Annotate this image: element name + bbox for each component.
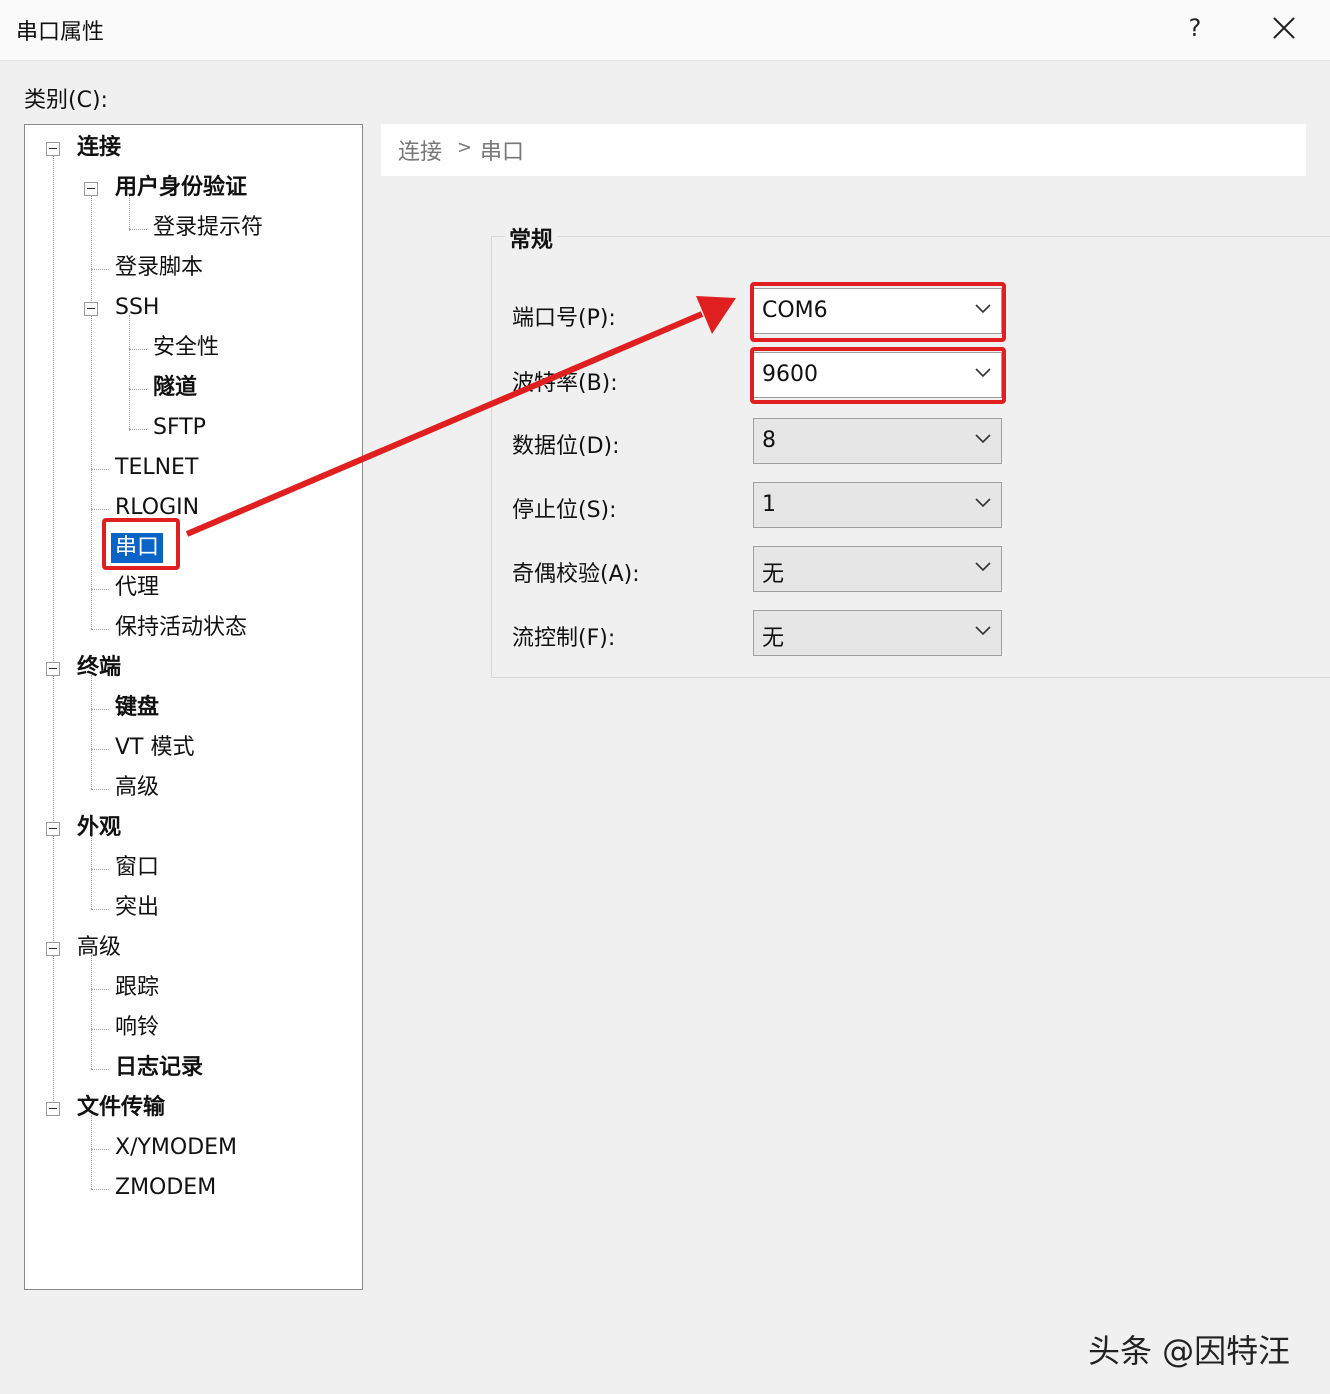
tree-line [91,955,92,1069]
tree-item-appearance[interactable]: 外观 [77,813,121,843]
tree-line [91,989,109,990]
parity-value: 无 [762,562,785,587]
tree-item-keep-alive[interactable]: 保持活动状态 [115,613,247,643]
breadcrumb-current: 串口 [480,140,525,165]
stop-bits-value: 1 [762,492,776,517]
tree-line [91,1149,109,1150]
data-bits-label: 数据位(D): [512,434,620,459]
tree-item-file-transfer[interactable]: 文件传输 [77,1093,165,1123]
tree-line [129,229,147,230]
chevron-down-icon [975,562,991,572]
baud-rate-label: 波特率(B): [512,371,618,396]
tree-item-telnet[interactable]: TELNET [115,453,198,483]
tree-item-logging[interactable]: 日志记录 [115,1053,203,1083]
window-title: 串口属性 [16,20,105,45]
tree-line [91,195,92,629]
tree-item-ssh[interactable]: SSH [115,293,159,323]
tree-item-window[interactable]: 窗口 [115,853,159,883]
stop-bits-select[interactable]: 1 [753,482,1002,528]
tree-item-xymodem[interactable]: X/YMODEM [115,1133,237,1163]
tree-line [91,709,109,710]
chevron-down-icon [975,626,991,636]
tree-line [91,469,109,470]
category-label: 类别(C): [24,88,108,113]
chevron-down-icon [975,434,991,444]
flow-control-label: 流控制(F): [512,626,616,651]
tree-item-terminal-advanced[interactable]: 高级 [115,773,159,803]
tree-item-keyboard[interactable]: 键盘 [115,693,159,723]
highlight-box-port [750,282,1006,342]
tree-item-proxy[interactable]: 代理 [115,573,159,603]
tree-line [91,835,92,909]
tree-item-connection[interactable]: 连接 [77,133,121,163]
breadcrumb-separator: > [457,137,473,158]
stop-bits-label: 停止位(S): [512,498,617,523]
collapse-toggle[interactable] [84,302,98,316]
tree-line [91,589,109,590]
tree-item-bell[interactable]: 响铃 [115,1013,159,1043]
watermark: 头条 @因特汪 [1088,1332,1291,1370]
tree-line [91,1029,109,1030]
tree-line [91,1189,109,1190]
tree-line [91,1115,92,1189]
collapse-toggle[interactable] [46,1102,60,1116]
tree-item-vt-modes[interactable]: VT 模式 [115,733,194,763]
tree-item-tunneling[interactable]: 隧道 [153,373,197,403]
tree-line [129,349,147,350]
collapse-toggle[interactable] [46,942,60,956]
tree-item-login-prompts[interactable]: 登录提示符 [153,213,263,243]
collapse-toggle[interactable] [84,182,98,196]
tree-line [91,869,109,870]
tree-item-authentication[interactable]: 用户身份验证 [115,173,247,203]
tree-line [91,629,109,630]
breadcrumb-parent: 连接 [398,140,443,165]
category-tree[interactable]: 连接 用户身份验证 登录提示符 登录脚本 SSH 安全性 隧道 SFTP TEL… [24,124,363,1290]
tree-item-advanced[interactable]: 高级 [77,933,121,963]
chevron-down-icon [975,498,991,508]
help-button[interactable]: ? [1176,8,1214,48]
tree-line [91,269,109,270]
parity-label: 奇偶校验(A): [512,562,640,587]
data-bits-select[interactable]: 8 [753,418,1002,464]
general-group-title: 常规 [505,222,558,254]
collapse-toggle[interactable] [46,662,60,676]
flow-control-value: 无 [762,626,785,651]
close-icon [1273,17,1295,39]
tree-line [91,1069,109,1070]
title-bar: 串口属性 ? [0,0,1330,61]
tree-line [91,909,109,910]
highlight-box-baud-rate [750,347,1006,404]
port-label: 端口号(P): [512,306,616,331]
collapse-toggle[interactable] [46,822,60,836]
tree-line [129,315,130,431]
tree-item-highlight[interactable]: 突出 [115,893,159,923]
tree-line [129,389,147,390]
tree-item-terminal[interactable]: 终端 [77,653,121,683]
tree-line [91,789,109,790]
tree-line [129,429,147,430]
breadcrumb: 连接 > 串口 [381,124,1306,176]
tree-line [53,155,54,1113]
tree-item-login-script[interactable]: 登录脚本 [115,253,203,283]
tree-item-zmodem[interactable]: ZMODEM [115,1173,216,1203]
tree-item-trace[interactable]: 跟踪 [115,973,159,1003]
collapse-toggle[interactable] [46,142,60,156]
tree-item-sftp[interactable]: SFTP [153,413,206,443]
parity-select[interactable]: 无 [753,546,1002,592]
tree-item-security[interactable]: 安全性 [153,333,219,363]
tree-line [91,749,109,750]
close-button[interactable] [1262,8,1306,48]
tree-line [91,509,109,510]
highlight-box-serial [102,518,180,570]
tree-line [91,675,92,789]
data-bits-value: 8 [762,428,776,453]
flow-control-select[interactable]: 无 [753,610,1002,656]
